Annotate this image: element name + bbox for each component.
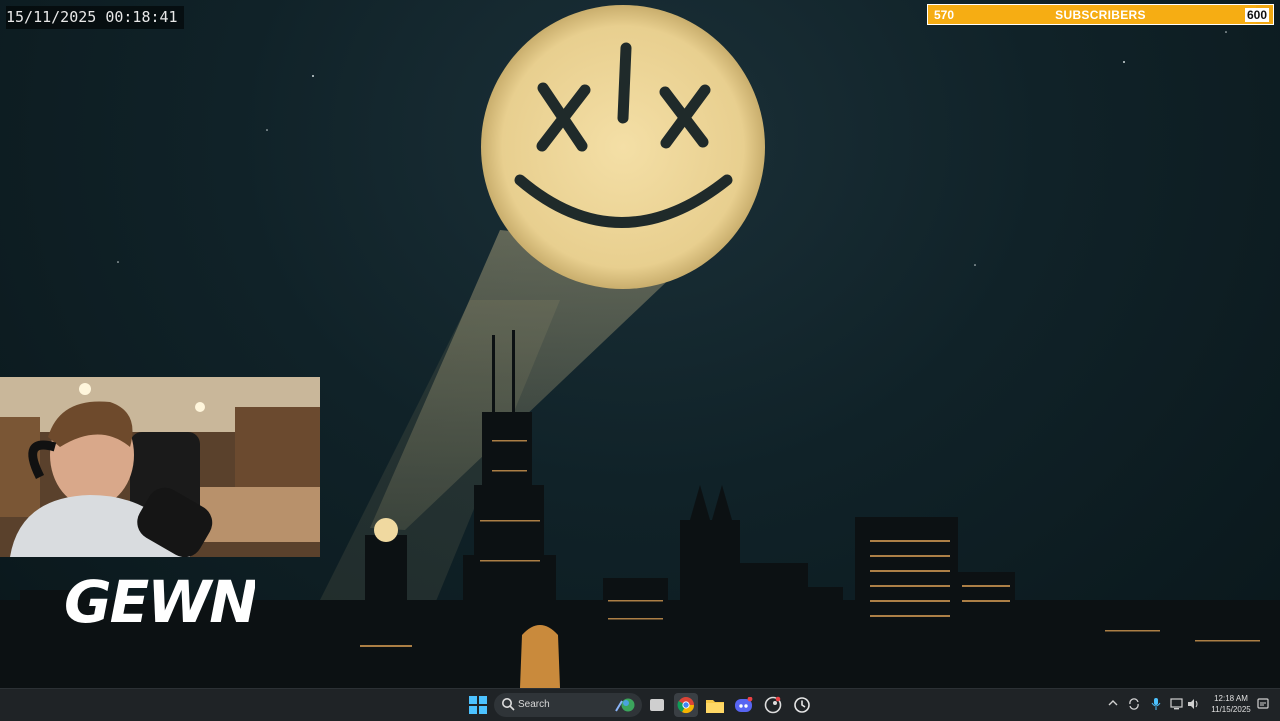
- file-explorer-icon[interactable]: [703, 693, 727, 717]
- clock-date: 11/15/2025: [1211, 705, 1251, 714]
- windows-start-icon[interactable]: [466, 693, 490, 717]
- search-highlight-icon: [614, 697, 636, 716]
- subscriber-goal-bar: 570 SUBSCRIBERS 600: [927, 4, 1274, 25]
- streamer-logo: GEWN: [60, 560, 259, 638]
- microphone-icon[interactable]: [1151, 698, 1161, 713]
- stream-datetime-overlay: 15/11/2025 00:18:41: [6, 6, 184, 29]
- clock-app-icon[interactable]: [790, 693, 814, 717]
- sync-icon[interactable]: [1128, 698, 1140, 713]
- chrome-icon[interactable]: [674, 693, 698, 717]
- steam-icon[interactable]: [761, 693, 785, 717]
- smiley-signal: [481, 5, 765, 289]
- taskbar-clock[interactable]: 12:18 AM 11/15/2025: [1206, 693, 1256, 715]
- taskbar-search-box[interactable]: Search: [494, 693, 642, 717]
- clock-time: 12:18 AM: [1214, 694, 1248, 703]
- svg-text:GEWN: GEWN: [64, 568, 255, 636]
- search-icon: [501, 697, 515, 714]
- search-label: Search: [518, 699, 550, 710]
- network-icon[interactable]: [1170, 698, 1183, 713]
- notification-icon[interactable]: [1257, 698, 1269, 713]
- task-view-icon[interactable]: [645, 693, 669, 717]
- subscriber-goal-target: 600: [1244, 8, 1269, 22]
- webcam-feed: [0, 377, 320, 557]
- subscriber-goal-label: SUBSCRIBERS: [1055, 8, 1146, 22]
- lit-tower: [520, 625, 560, 688]
- volume-icon[interactable]: [1187, 698, 1200, 713]
- windows-taskbar: Search 12:18 AM 11/15/2025: [0, 688, 1280, 721]
- discord-icon[interactable]: [732, 693, 756, 717]
- chevron-up-icon[interactable]: [1108, 698, 1118, 711]
